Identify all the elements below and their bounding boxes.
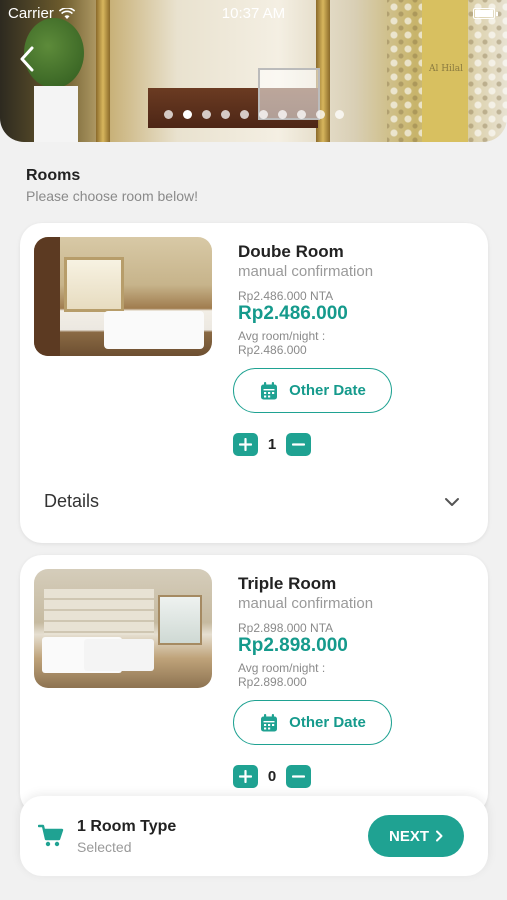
room-name: Doube Room — [238, 242, 344, 261]
next-label: NEXT — [388, 827, 429, 845]
minus-icon — [292, 443, 305, 446]
carousel-dot[interactable] — [163, 110, 173, 119]
increment-button[interactable] — [233, 765, 258, 788]
calendar-icon — [261, 713, 278, 731]
cart-icon — [38, 824, 64, 847]
room-price: Rp2.486.000 — [238, 303, 348, 324]
carousel-indicator[interactable] — [0, 110, 507, 119]
details-label: Details — [44, 491, 100, 511]
other-date-button[interactable]: Other Date — [233, 368, 392, 413]
selected-label: Selected — [77, 839, 132, 855]
avg-price: Rp2.898.000 — [238, 675, 307, 689]
calendar-icon — [261, 381, 278, 399]
details-toggle[interactable]: Details — [44, 491, 460, 512]
carousel-dot[interactable] — [315, 110, 325, 119]
next-button[interactable]: NEXT — [368, 815, 464, 857]
carousel-dot[interactable] — [258, 110, 268, 119]
minus-icon — [292, 775, 305, 778]
room-confirmation: manual confirmation — [238, 595, 374, 612]
hotel-sign-text: Al Hilal — [428, 64, 464, 74]
decrement-button[interactable] — [286, 765, 311, 788]
hotel-photo-carousel[interactable]: Al Hilal Carrier 10:37 AM — [0, 0, 507, 142]
room-nta-price: Rp2.898.000 NTA — [238, 621, 334, 635]
carousel-dot[interactable] — [239, 110, 249, 119]
selected-count: 1 Room Type — [77, 818, 177, 835]
clock: 10:37 AM — [221, 5, 286, 22]
carousel-dot[interactable] — [182, 110, 192, 119]
plus-icon — [239, 770, 252, 783]
room-photo[interactable] — [34, 569, 212, 688]
other-date-label: Other Date — [289, 714, 366, 731]
status-bar: Carrier 10:37 AM — [0, 0, 507, 28]
chevron-left-icon — [20, 46, 34, 72]
section-subtitle: Please choose room below! — [26, 188, 198, 204]
room-confirmation: manual confirmation — [238, 263, 374, 280]
back-button[interactable] — [14, 44, 40, 74]
room-card: Triple Room manual confirmation Rp2.898.… — [20, 555, 488, 815]
quantity-value: 1 — [267, 436, 277, 453]
battery-icon — [473, 8, 498, 19]
quantity-stepper: 0 — [233, 765, 311, 788]
other-date-button[interactable]: Other Date — [233, 700, 392, 745]
quantity-value: 0 — [267, 768, 277, 785]
avg-label: Avg room/night : — [238, 329, 326, 343]
decrement-button[interactable] — [286, 433, 311, 456]
chevron-down-icon — [445, 497, 459, 506]
section-title: Rooms — [26, 167, 81, 184]
carousel-dot[interactable] — [334, 110, 344, 119]
other-date-label: Other Date — [289, 382, 366, 399]
carousel-dot[interactable] — [296, 110, 306, 119]
room-price: Rp2.898.000 — [238, 635, 348, 656]
increment-button[interactable] — [233, 433, 258, 456]
chevron-right-icon — [436, 830, 443, 842]
carousel-dot[interactable] — [201, 110, 211, 119]
carousel-dot[interactable] — [277, 110, 287, 119]
room-name: Triple Room — [238, 574, 337, 593]
booking-summary-bar: 1 Room Type Selected NEXT — [20, 796, 488, 876]
carousel-dot[interactable] — [220, 110, 230, 119]
room-card: Doube Room manual confirmation Rp2.486.0… — [20, 223, 488, 543]
room-photo[interactable] — [34, 237, 212, 356]
plus-icon — [239, 438, 252, 451]
quantity-stepper: 1 — [233, 433, 311, 456]
avg-price: Rp2.486.000 — [238, 343, 307, 357]
room-nta-price: Rp2.486.000 NTA — [238, 289, 334, 303]
avg-label: Avg room/night : — [238, 661, 326, 675]
